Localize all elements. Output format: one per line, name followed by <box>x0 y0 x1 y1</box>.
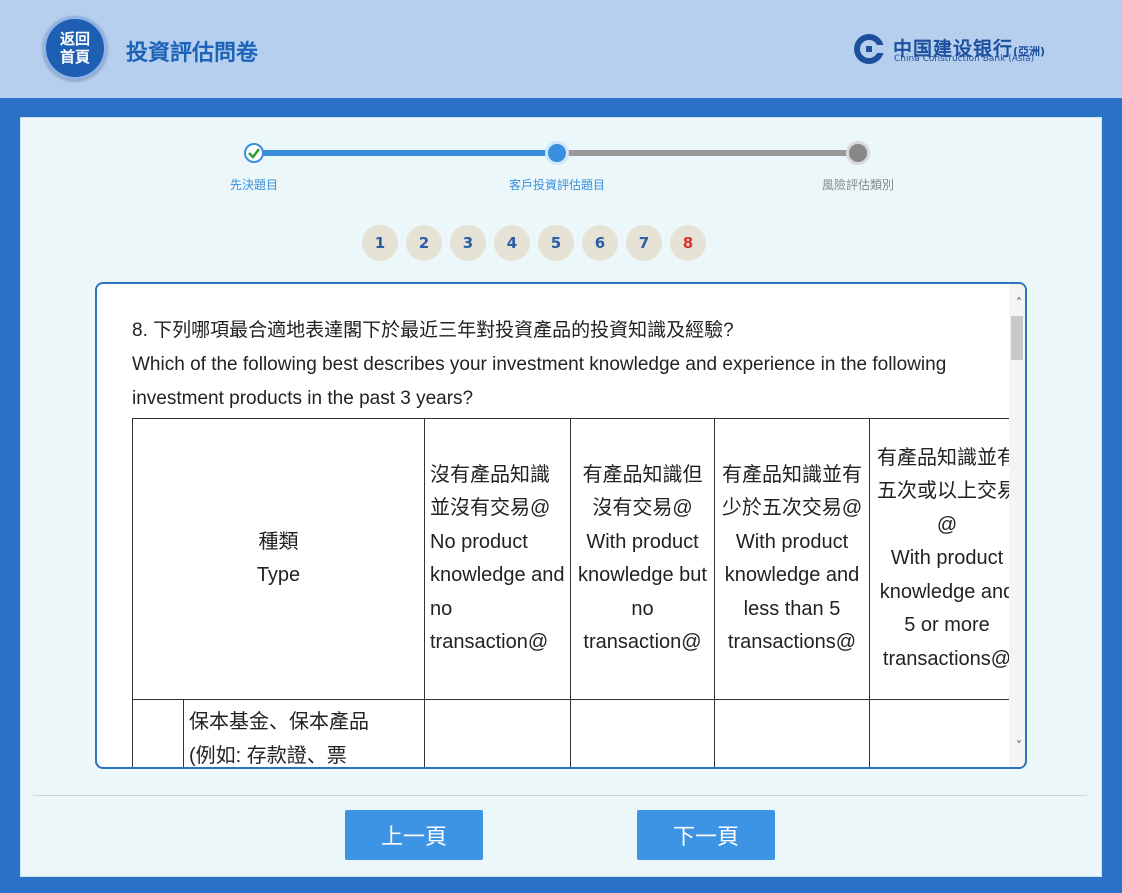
knowledge-table: 種類 Type 沒有產品知識並沒有交易@ No product knowledg… <box>132 418 1025 767</box>
question-text: 8. 下列哪項最合適地表達閣下於最近三年對投資產品的投資知識及經驗? Which… <box>132 314 1012 416</box>
row-index-cell <box>132 699 184 767</box>
step-current-icon <box>545 141 569 165</box>
question-text-en: Which of the following best describes yo… <box>132 354 947 409</box>
step-label-assessment: 客戶投資評估題目 <box>508 178 606 192</box>
answer-cell-no-knowledge[interactable] <box>424 699 571 767</box>
step-pending-icon <box>846 141 870 165</box>
ccb-logo-icon <box>854 34 885 64</box>
row-label-line2: (例如: 存款證、票 <box>189 744 347 767</box>
answer-cell-knowledge-no-transaction[interactable] <box>570 699 715 767</box>
scroll-thumb[interactable] <box>1011 316 1023 360</box>
column-header-zh: 有產品知識但沒有交易@ <box>582 463 703 520</box>
footer-divider <box>33 795 1087 796</box>
header-bar: 返回 首頁 投資評估問卷 中国建设银行(亞洲) China Constructi… <box>0 0 1122 98</box>
question-text-zh: 8. 下列哪項最合適地表達閣下於最近三年對投資產品的投資知識及經驗? <box>132 320 734 341</box>
home-label-line1: 返回 <box>59 30 90 48</box>
question-number-5[interactable]: 5 <box>538 225 574 261</box>
column-header-en: With product knowledge and 5 or more tra… <box>879 547 1015 670</box>
step-done-icon <box>244 143 264 163</box>
question-number-3[interactable]: 3 <box>450 225 486 261</box>
prev-page-button[interactable]: 上一頁 <box>345 810 483 860</box>
answer-cell-5-or-more[interactable] <box>869 699 1025 767</box>
question-box: 8. 下列哪項最合適地表達閣下於最近三年對投資產品的投資知識及經驗? Which… <box>95 282 1027 769</box>
step-label-risk-category: 風險評估類別 <box>821 178 895 192</box>
next-page-button[interactable]: 下一頁 <box>637 810 775 860</box>
vertical-scrollbar[interactable]: ˄ ˅ <box>1009 284 1025 767</box>
bank-logo: 中国建设银行(亞洲) China Construction Bank (Asia… <box>853 33 1083 73</box>
column-header-less-than-5: 有產品知識並有少於五次交易@ With product knowledge an… <box>714 418 870 700</box>
column-header-zh: 有產品知識並有少於五次交易@ <box>721 463 863 520</box>
question-number-nav: 1 2 3 4 5 6 7 8 <box>362 225 706 261</box>
column-header-en: With product knowledge but no transactio… <box>578 530 707 654</box>
progress-line-done <box>254 150 557 156</box>
step-label-prerequisite: 先決題目 <box>229 178 279 192</box>
column-header-no-knowledge: 沒有產品知識並沒有交易@ No product knowledge and no… <box>424 418 571 700</box>
question-number-6[interactable]: 6 <box>582 225 618 261</box>
question-number-4[interactable]: 4 <box>494 225 530 261</box>
progress-line-pending <box>557 150 858 156</box>
question-number-8[interactable]: 8 <box>670 225 706 261</box>
type-header-zh: 種類 <box>258 530 299 553</box>
type-header-en: Type <box>256 564 301 586</box>
home-label-line2: 首頁 <box>59 48 90 66</box>
answer-cell-less-than-5[interactable] <box>714 699 870 767</box>
column-header-zh: 沒有產品知識並沒有交易@ <box>430 463 551 520</box>
column-header-zh: 有產品知識並有五次或以上交易@ <box>877 446 1017 536</box>
table-row: 保本基金、保本產品 (例如: 存款證、票 <box>132 699 1025 767</box>
column-header-en: With product knowledge and less than 5 t… <box>724 530 860 654</box>
column-header-en: No product knowledge and no transaction@ <box>430 530 565 654</box>
question-number-2[interactable]: 2 <box>406 225 442 261</box>
question-number-7[interactable]: 7 <box>626 225 662 261</box>
logo-en-text: China Construction Bank (Asia) <box>894 54 1035 64</box>
column-header-5-or-more: 有產品知識並有五次或以上交易@ With product knowledge a… <box>869 418 1025 700</box>
row-label-cell: 保本基金、保本產品 (例如: 存款證、票 <box>183 699 425 767</box>
home-button[interactable]: 返回 首頁 <box>43 16 107 80</box>
table-header-row: 種類 Type 沒有產品知識並沒有交易@ No product knowledg… <box>132 418 1025 700</box>
type-header: 種類 Type <box>132 418 425 700</box>
question-number-1[interactable]: 1 <box>362 225 398 261</box>
scroll-up-arrow-icon[interactable]: ˄ <box>1016 296 1022 310</box>
row-label-line1: 保本基金、保本產品 <box>189 711 369 733</box>
column-header-knowledge-no-transaction: 有產品知識但沒有交易@ With product knowledge but n… <box>570 418 715 700</box>
page-title: 投資評估問卷 <box>126 41 259 66</box>
scroll-down-arrow-icon[interactable]: ˅ <box>1016 739 1022 753</box>
